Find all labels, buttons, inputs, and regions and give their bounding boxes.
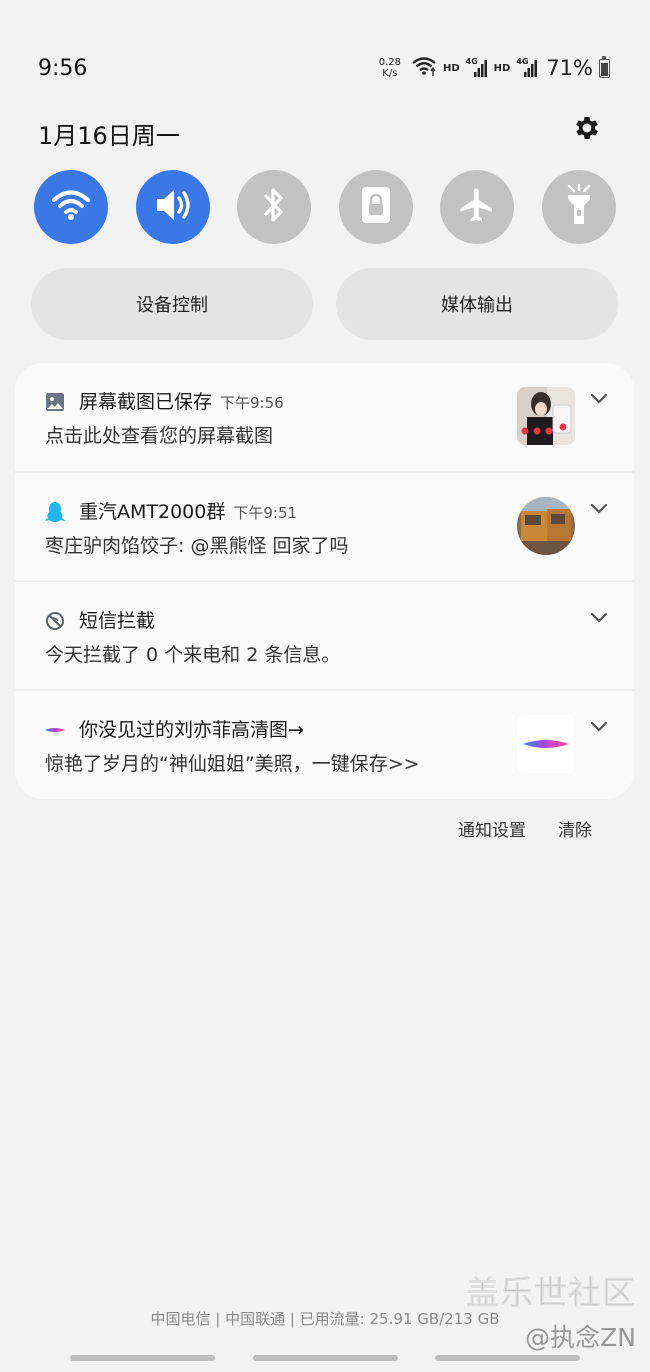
wifi-icon	[51, 188, 91, 226]
notification-title: 你没见过的刘亦菲高清图→	[79, 715, 304, 742]
watermark-community: 盖乐世社区	[466, 1273, 636, 1313]
flashlight-icon	[563, 182, 595, 230]
toggle-sound[interactable]	[135, 170, 210, 244]
wifi-status-icon	[411, 55, 437, 81]
notification-title: 重汽AMT2000群 下午9:51	[79, 497, 297, 524]
notification-time: 下午9:51	[233, 504, 298, 522]
media-output-button[interactable]: 媒体输出	[336, 268, 618, 340]
notification-settings-link[interactable]: 通知设置	[458, 816, 526, 841]
navigation-bar	[70, 1355, 580, 1361]
notification-app-name: 你没见过的刘亦菲高清图→	[79, 719, 304, 741]
battery-fill	[601, 63, 608, 76]
nav-back-handle[interactable]	[435, 1355, 580, 1361]
hd-badge-1: HD	[442, 62, 460, 74]
status-icons: 0.28 K/s HD 4G HD 4G 71%	[379, 55, 610, 81]
notification-body: 惊艳了岁月的“神仙姐姐”美照，一键保存>>	[45, 753, 420, 775]
sim1-type: 4G	[465, 57, 478, 66]
block-icon	[44, 610, 66, 632]
notification-qq-group[interactable]: 重汽AMT2000群 下午9:51 枣庄驴肉馅饺子: @黑熊怪 回家了吗	[15, 471, 634, 579]
chevron-down-icon[interactable]	[587, 497, 611, 521]
notification-app-name: 重汽AMT2000群	[79, 501, 226, 523]
toggle-screen-lock[interactable]	[338, 170, 413, 244]
notification-body: 点击此处查看您的屏幕截图	[45, 425, 274, 447]
nav-home-handle[interactable]	[253, 1355, 398, 1361]
notification-promo[interactable]: 你没见过的刘亦菲高清图→ 惊艳了岁月的“神仙姐姐”美照，一键保存>>	[15, 689, 634, 797]
signal-icon-sim1: 4G	[465, 57, 488, 78]
notification-panel: 屏幕截图已保存 下午9:56 点击此处查看您的屏幕截图 重汽AMT2000群 下…	[15, 363, 634, 799]
toggle-bluetooth[interactable]	[237, 170, 312, 244]
battery-percent: 71%	[546, 56, 593, 80]
brush-stroke-icon	[44, 719, 66, 741]
signal-icon-sim2: 4G	[516, 57, 538, 78]
watermark: 盖乐世社区 @执念ZN	[466, 1266, 637, 1354]
notification-footer: 通知设置 清除	[458, 816, 592, 841]
notification-body: 枣庄驴肉馅饺子: @黑熊怪 回家了吗	[45, 535, 349, 557]
settings-button[interactable]	[570, 113, 604, 147]
quick-action-row: 设备控制 媒体输出	[31, 268, 619, 340]
qq-penguin-icon	[44, 501, 66, 523]
image-icon	[44, 391, 66, 413]
device-control-button[interactable]: 设备控制	[31, 268, 313, 340]
nav-recents-handle[interactable]	[70, 1355, 215, 1361]
toggle-airplane-mode[interactable]	[440, 170, 515, 244]
notification-title: 短信拦截	[79, 606, 155, 633]
network-speed-value: 0.28	[378, 57, 401, 68]
notification-time: 下午9:56	[220, 394, 284, 412]
screenshot-thumbnail[interactable]	[517, 387, 575, 445]
quick-toggles	[34, 170, 616, 244]
notification-app-name: 短信拦截	[79, 610, 156, 632]
date: 1月16日周一	[38, 122, 180, 150]
battery-icon	[599, 55, 610, 78]
hd-badge-2: HD	[493, 62, 511, 74]
notification-screenshot[interactable]: 屏幕截图已保存 下午9:56 点击此处查看您的屏幕截图	[15, 363, 634, 471]
watermark-author: @执念ZN	[525, 1323, 636, 1352]
network-speed: 0.28 K/s	[379, 57, 401, 79]
gear-icon	[572, 113, 602, 147]
lock-icon	[358, 185, 394, 229]
bluetooth-icon	[259, 185, 289, 229]
status-bar: 9:56 0.28 K/s HD 4G HD 4G 71%	[0, 0, 650, 100]
chevron-down-icon[interactable]	[587, 715, 611, 739]
group-avatar[interactable]	[517, 497, 575, 555]
sim2-type: 4G	[516, 57, 529, 66]
promo-thumbnail[interactable]	[517, 715, 575, 773]
notification-title: 屏幕截图已保存 下午9:56	[79, 387, 284, 414]
toggle-flashlight[interactable]	[542, 170, 616, 244]
network-speed-unit: K/s	[382, 68, 398, 79]
notification-sms-block[interactable]: 短信拦截 今天拦截了 0 个来电和 2 条信息。	[15, 580, 634, 688]
chevron-down-icon[interactable]	[587, 606, 611, 630]
notification-body: 今天拦截了 0 个来电和 2 条信息。	[45, 644, 341, 666]
chevron-down-icon[interactable]	[587, 387, 611, 411]
clear-notifications-button[interactable]: 清除	[558, 816, 592, 841]
airplane-icon	[457, 185, 497, 229]
clock: 9:56	[38, 56, 88, 81]
toggle-wifi[interactable]	[34, 170, 108, 244]
notification-app-name: 屏幕截图已保存	[79, 391, 213, 413]
volume-icon	[153, 187, 193, 227]
